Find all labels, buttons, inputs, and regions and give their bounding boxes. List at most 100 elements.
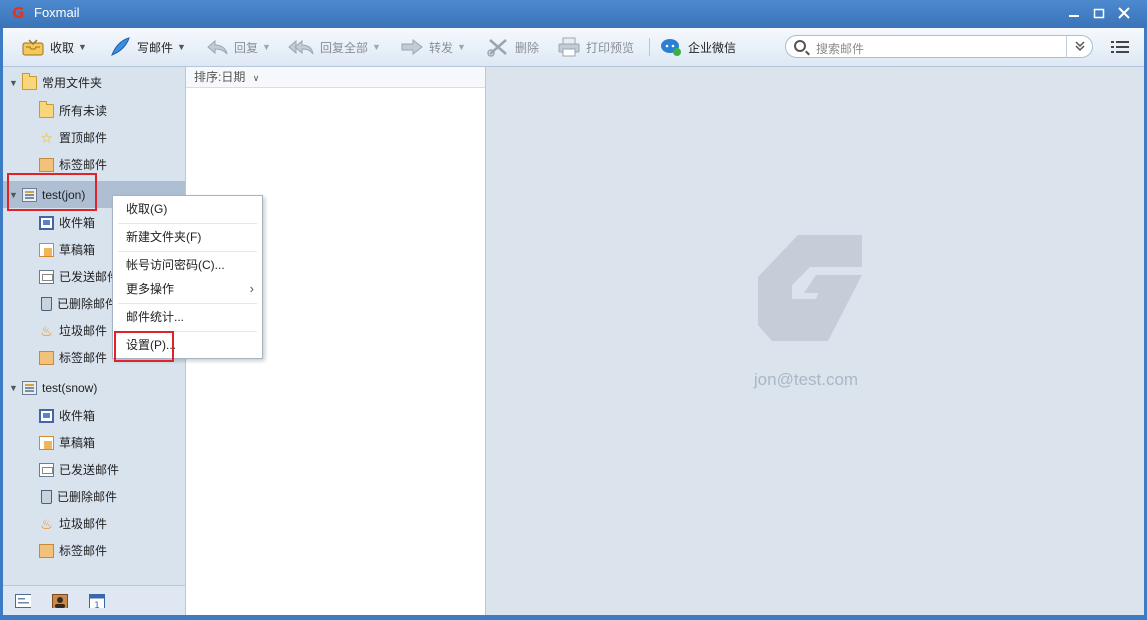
sort-label: 排序:日期 — [194, 70, 246, 84]
trash-icon — [41, 489, 52, 504]
folder-drafts[interactable]: 草稿箱 — [39, 236, 95, 263]
mail-module-icon[interactable] — [15, 594, 31, 608]
folder-sent[interactable]: 已发送邮件 — [39, 263, 119, 290]
reply-arrow-icon — [206, 37, 228, 57]
account-label: test(snow) — [42, 380, 98, 395]
draft-icon — [39, 242, 54, 257]
menu-item-new-folder[interactable]: 新建文件夹(F) — [113, 225, 262, 249]
folder-label: 置顶邮件 — [59, 131, 108, 145]
expand-arrow-icon[interactable]: ▼ — [9, 383, 19, 393]
main-menu-button[interactable] — [1111, 38, 1129, 56]
folder-junk[interactable]: ♨ 垃圾邮件 — [39, 317, 107, 344]
reply-all-label: 回复全部 — [320, 40, 369, 55]
maximize-button[interactable] — [1088, 4, 1110, 24]
menu-item-more-actions[interactable]: 更多操作 › — [113, 277, 262, 301]
sent-icon — [39, 269, 54, 284]
account-email: jon@test.com — [753, 370, 859, 389]
account-icon — [22, 380, 37, 395]
tag-icon — [39, 157, 54, 172]
search-options-dropdown[interactable] — [1066, 35, 1092, 58]
folder-all-unread[interactable]: 所有未读 — [39, 97, 107, 124]
reply-all-button[interactable]: 回复全部 ▼ — [288, 37, 381, 57]
printer-icon — [558, 37, 580, 57]
folder-label: 收件箱 — [59, 216, 96, 230]
reading-pane: jon@test.com — [486, 67, 1144, 615]
folder-junk[interactable]: ♨ 垃圾邮件 — [39, 510, 107, 537]
junk-icon: ♨ — [40, 515, 53, 532]
star-icon: ☆ — [40, 129, 53, 146]
contacts-module-icon[interactable] — [52, 594, 68, 608]
folder-label: 草稿箱 — [59, 243, 96, 257]
forward-arrow-icon — [401, 37, 423, 57]
close-icon — [1118, 7, 1130, 19]
reply-label: 回复 — [234, 40, 259, 55]
svg-text:1: 1 — [94, 601, 100, 608]
sort-dropdown[interactable]: 排序:日期 ∨ — [186, 67, 485, 88]
junk-icon: ♨ — [40, 322, 53, 339]
print-preview-label: 打印预览 — [586, 40, 635, 55]
folder-label: 已发送邮件 — [59, 463, 120, 477]
module-switcher: 1 — [3, 585, 185, 615]
trash-icon — [41, 296, 52, 311]
folder-deleted[interactable]: 已删除邮件 — [39, 290, 117, 317]
search-input[interactable]: 搜索邮件 — [816, 40, 864, 57]
menu-separator — [118, 303, 257, 304]
tree-node-account-snow[interactable]: ▼ test(snow) — [3, 374, 185, 401]
chevron-down-icon: ▼ — [177, 42, 186, 52]
folder-tagged[interactable]: 标签邮件 — [39, 537, 107, 564]
menu-separator — [118, 223, 257, 224]
folder-label: 所有未读 — [59, 104, 108, 118]
expand-arrow-icon[interactable]: ▼ — [9, 78, 19, 88]
close-button[interactable] — [1113, 4, 1135, 24]
folder-label: 收件箱 — [59, 409, 96, 423]
highlight-box-account — [7, 173, 97, 211]
folder-inbox[interactable]: 收件箱 — [39, 402, 95, 429]
menu-item-access-password[interactable]: 帐号访问密码(C)... — [113, 253, 262, 277]
wecom-label: 企业微信 — [688, 40, 737, 55]
toolbar-divider — [649, 38, 650, 56]
tree-node-label: 常用文件夹 — [42, 76, 103, 90]
title-bar: G Foxmail — [0, 0, 1147, 28]
folder-tagged[interactable]: 标签邮件 — [39, 344, 107, 371]
inbox-tray-icon — [22, 37, 44, 57]
calendar-module-icon[interactable]: 1 — [89, 594, 105, 608]
print-preview-button[interactable]: 打印预览 — [558, 37, 634, 57]
menu-item-mail-statistics[interactable]: 邮件统计... — [113, 305, 262, 329]
sent-icon — [39, 462, 54, 477]
reply-all-arrow-icon — [288, 37, 314, 57]
folder-label: 垃圾邮件 — [59, 517, 108, 531]
tag-icon — [39, 350, 54, 365]
feather-pen-icon — [109, 37, 131, 57]
folder-drafts[interactable]: 草稿箱 — [39, 429, 95, 456]
search-box[interactable]: 搜索邮件 — [785, 35, 1093, 58]
chevron-down-icon: ▼ — [78, 42, 87, 52]
receive-button[interactable]: 收取 ▼ — [22, 37, 87, 57]
tree-node-common-folders[interactable]: ▼ 常用文件夹 — [3, 69, 185, 96]
folder-pinned[interactable]: ☆ 置顶邮件 — [39, 124, 107, 151]
maximize-icon — [1093, 8, 1105, 19]
forward-button[interactable]: 转发 ▼ — [401, 37, 466, 57]
tag-icon — [39, 543, 54, 558]
menu-item-receive[interactable]: 收取(G) — [113, 197, 262, 221]
delete-button[interactable]: 删除 — [487, 37, 539, 57]
wecom-chat-icon — [660, 37, 682, 57]
double-chevron-down-icon — [1074, 41, 1085, 52]
highlight-box-settings — [114, 331, 174, 362]
compose-button[interactable]: 写邮件 ▼ — [109, 37, 186, 57]
folder-label: 垃圾邮件 — [59, 324, 108, 338]
chevron-right-icon: › — [249, 281, 254, 296]
folder-sent[interactable]: 已发送邮件 — [39, 456, 119, 483]
folder-label: 标签邮件 — [59, 351, 108, 365]
folder-label: 标签邮件 — [59, 158, 108, 172]
foxmail-watermark-logo — [758, 235, 862, 341]
compose-label: 写邮件 — [137, 40, 174, 55]
reply-button[interactable]: 回复 ▼ — [206, 37, 271, 57]
draft-icon — [39, 435, 54, 450]
minimize-button[interactable] — [1063, 4, 1085, 24]
folder-deleted[interactable]: 已删除邮件 — [39, 483, 117, 510]
chevron-down-icon: ▼ — [372, 42, 381, 52]
inbox-icon — [39, 408, 54, 423]
folder-icon — [39, 100, 54, 118]
wecom-button[interactable]: 企业微信 — [660, 37, 736, 57]
folder-inbox[interactable]: 收件箱 — [39, 209, 95, 236]
